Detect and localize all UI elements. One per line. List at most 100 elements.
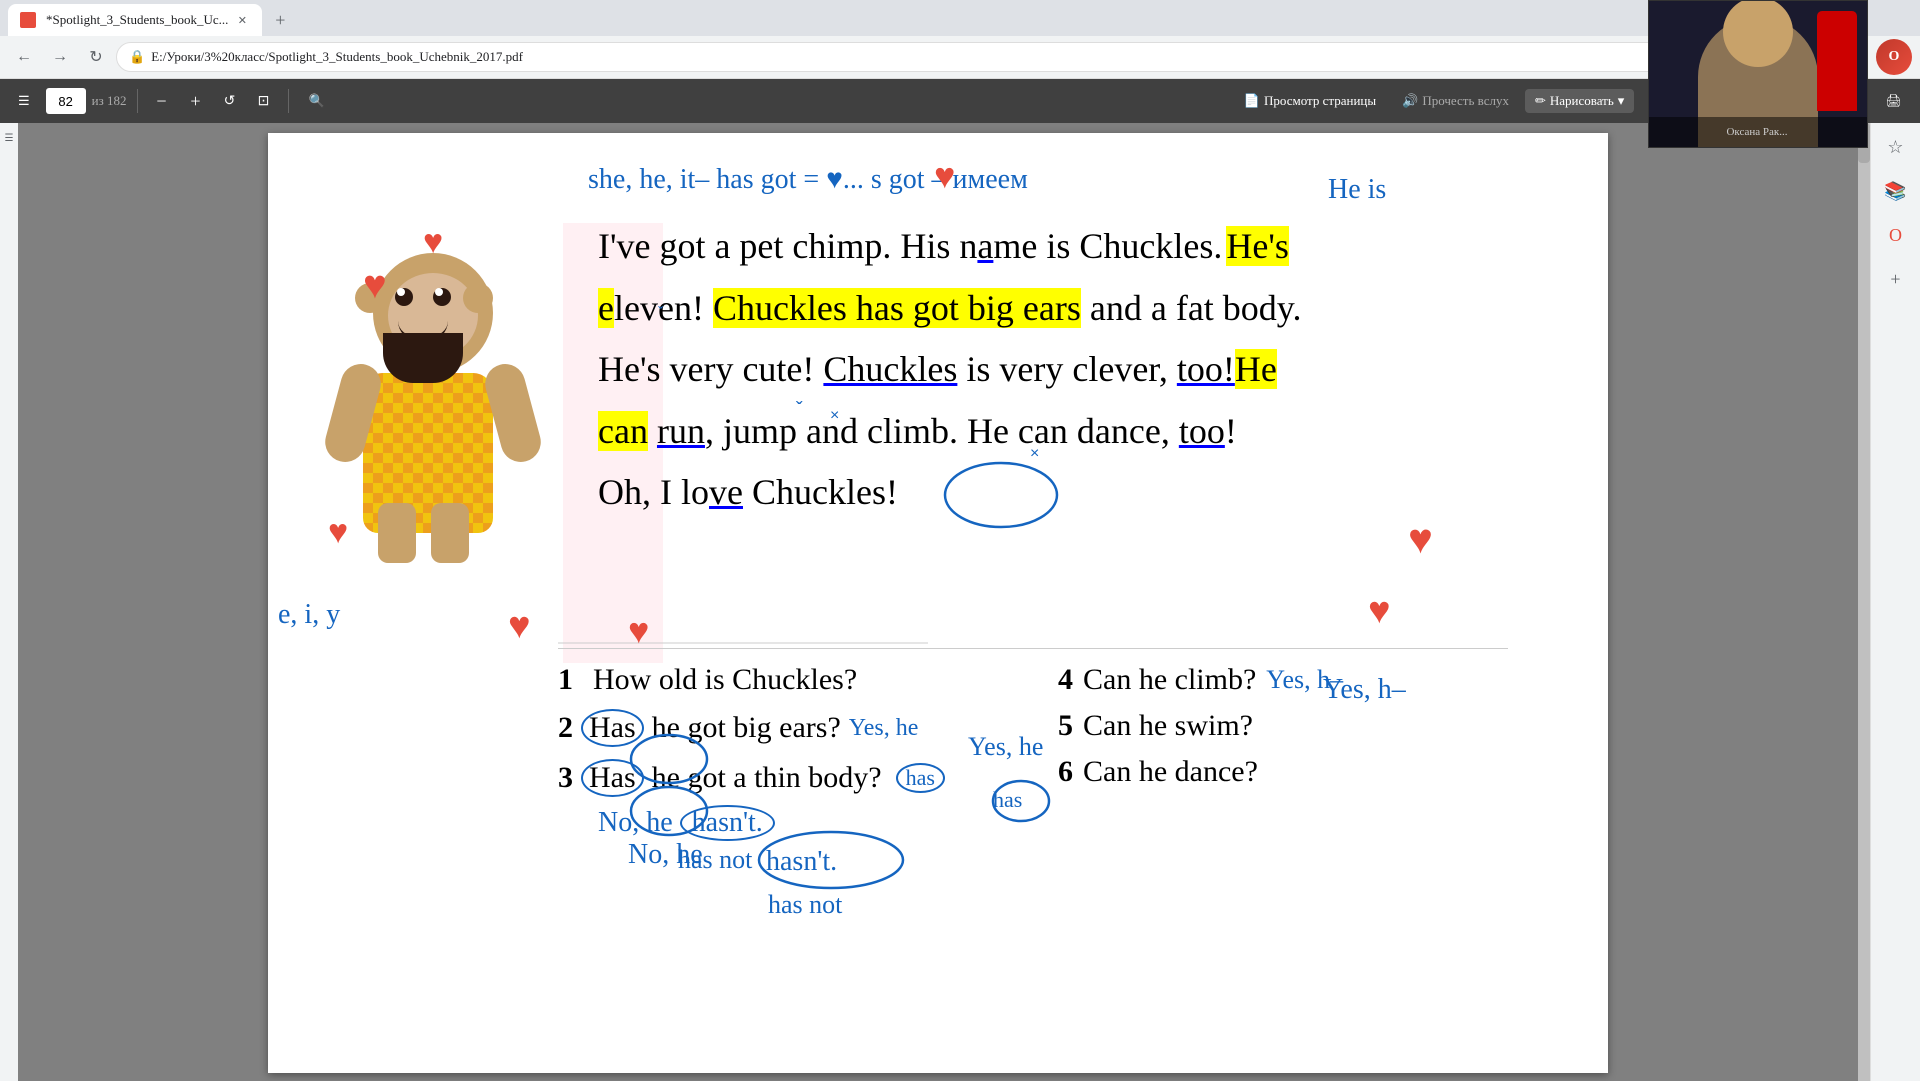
pdf-search-button[interactable]: 🔍 (299, 89, 335, 113)
text-can-highlight: can (598, 411, 648, 451)
left-sidebar: ☰ (0, 123, 18, 1081)
address-bar[interactable]: 🔒 E:/Уроки/3%20класс/Spotlight_3_Student… (116, 42, 1800, 72)
svg-text:Yes, he: Yes, he (968, 732, 1043, 761)
tab-bar: *Spotlight_3_Students_book_Uc... ✕ + (0, 0, 1920, 36)
q5-num: 5 (1058, 709, 1073, 743)
question-row-1: 1 How old is Chuckles? (558, 663, 945, 697)
sidebar-office-icon[interactable]: O (1880, 219, 1912, 251)
menu-icon: ☰ (18, 93, 30, 109)
toolbar-separator-2 (288, 89, 289, 113)
text-too2-underline: too (1179, 411, 1225, 451)
webcam-overlay: Оксана Рак... (1648, 0, 1868, 148)
pdf-toolbar: ☰ из 182 − + ↺ ⊡ 🔍 📄 Просмотр страницы 🔊… (0, 79, 1920, 123)
text-run-underline: run (657, 411, 705, 451)
pdf-fit[interactable]: ⊡ (250, 87, 278, 115)
svg-text:♥: ♥ (1368, 590, 1391, 632)
text-name-underline: a (977, 226, 993, 266)
pdf-content: she, he, it– has got = ♥... s got – имее… (18, 123, 1858, 1081)
svg-text:e, i, y: e, i, y (278, 599, 340, 630)
read-aloud-icon: 🔊 (1402, 93, 1418, 109)
q1-text: How old is Chuckles? (593, 663, 857, 697)
profile-avatar[interactable]: О (1876, 39, 1912, 75)
tab-favicon (20, 12, 36, 28)
pdf-page-total: из 182 (92, 93, 127, 109)
right-questions: 4 Can he climb? Yes, h– 5 Can he swim? 6… (1058, 663, 1343, 801)
divider-line (558, 648, 1508, 649)
text-is-very: is very clever, (957, 349, 1176, 389)
q3-text: he got a thin body? (652, 761, 882, 795)
pdf-page-input[interactable] (46, 88, 86, 114)
text-ve-underline: ve (709, 472, 743, 512)
text-te: te! (776, 349, 823, 389)
forward-button[interactable]: → (44, 41, 76, 73)
q3-answer: No, he hasn't. (598, 805, 945, 841)
pdf-zoom-in[interactable]: + (182, 87, 210, 115)
pdf-zoom-out[interactable]: − (148, 87, 176, 115)
toolbar-separator-1 (137, 89, 138, 113)
q4-text: Can he climb? (1083, 663, 1256, 697)
text-hes-very: He's very cu (598, 349, 776, 389)
question-row-6: 6 Can he dance? (1058, 755, 1343, 789)
read-aloud-button[interactable]: 🔊 Прочесть вслух (1392, 89, 1519, 113)
tab-close-button[interactable]: ✕ (234, 12, 250, 28)
q6-num: 6 (1058, 755, 1073, 789)
q4-num: 4 (1058, 663, 1073, 697)
sidebar-collections-icon[interactable]: 📚 (1880, 175, 1912, 207)
draw-button[interactable]: ✏ Нарисовать ▾ (1525, 89, 1634, 113)
pdf-sidebar-toggle[interactable]: ☰ (8, 89, 40, 113)
address-text: E:/Уроки/3%20класс/Spotlight_3_Students_… (151, 49, 523, 65)
q1-num: 1 (558, 663, 573, 697)
view-page-icon: 📄 (1244, 93, 1260, 109)
reload-button[interactable]: ↻ (80, 41, 112, 73)
q2-num: 2 (558, 711, 573, 745)
question-row-5: 5 Can he swim? (1058, 709, 1343, 743)
text-line2-rest: and a fat body. (1081, 288, 1302, 328)
pen-icon: ✏ (1535, 93, 1546, 109)
text-chuckles-line2-highlight: Chuckles has got big ears (713, 288, 1081, 328)
back-button[interactable]: ← (8, 41, 40, 73)
svg-text:♥: ♥ (1408, 517, 1433, 563)
pdf-page: she, he, it– has got = ♥... s got – имее… (268, 133, 1608, 1073)
sidebar-menu-icon[interactable]: ☰ (2, 131, 16, 145)
text-run (648, 411, 657, 451)
q2-text: he got big ears? (652, 711, 841, 745)
text-line-3: He's very cute! Chuckles is very clever,… (598, 341, 1578, 399)
text-me-is: me is Chuckles. (993, 226, 1222, 266)
sidebar-favorites-icon[interactable]: ☆ (1880, 131, 1912, 163)
svg-text:♥: ♥ (934, 156, 955, 196)
q2-has-circled: Has (581, 709, 644, 747)
active-tab[interactable]: *Spotlight_3_Students_book_Uc... ✕ (8, 4, 262, 36)
text-line-1: I've got a pet chimp. His name is Chuckl… (598, 218, 1578, 276)
text-line-2: eleven! Chuckles has got big ears and a … (598, 280, 1578, 338)
new-tab-button[interactable]: + (266, 6, 294, 34)
tab-title: *Spotlight_3_Students_book_Uc... (46, 12, 228, 28)
draw-chevron-icon: ▾ (1618, 93, 1625, 109)
main-text: I've got a pet chimp. His name is Chuckl… (598, 218, 1578, 522)
webcam-label: Оксана Рак... (1726, 126, 1787, 138)
q5-text: Can he swim? (1083, 709, 1253, 743)
print-button[interactable]: 🖨 (1875, 89, 1912, 113)
svg-text:♥: ♥ (508, 605, 531, 647)
view-page-button[interactable]: 📄 Просмотр страницы (1234, 89, 1386, 113)
q2-annotation: Yes, he (849, 715, 919, 742)
q3-hasnot: has not (678, 845, 945, 875)
text-line-4: can run, jump and climb. He can dance, t… (598, 403, 1578, 461)
pdf-rotate[interactable]: ↺ (216, 87, 244, 115)
text-leven: leven! (614, 288, 713, 328)
address-lock-icon: 🔒 (129, 49, 145, 65)
questions-section: 1 How old is Chuckles? 2 Has he got big … (558, 663, 945, 875)
svg-text:He is: He is (1328, 174, 1386, 205)
text-jump-and: , jump and cli (705, 411, 903, 451)
svg-text:she, he, it– has got = ♥... s: she, he, it– has got = ♥... s got – имее… (588, 164, 1028, 195)
right-sidebar: ☆ 📚 O + (1870, 123, 1920, 1081)
character-illustration (323, 233, 543, 563)
q3-num: 3 (558, 761, 573, 795)
scrollbar[interactable] (1858, 123, 1870, 1081)
browser-toolbar: ← → ↻ 🔒 E:/Уроки/3%20класс/Spotlight_3_S… (0, 36, 1920, 78)
text-too-underline: too! (1177, 349, 1235, 389)
q6-text: Can he dance? (1083, 755, 1258, 789)
question-row-4: 4 Can he climb? Yes, h– (1058, 663, 1343, 697)
q4-annotation: Yes, h– (1266, 665, 1343, 695)
q3-hasnt-circled: hasn't. (680, 805, 775, 841)
sidebar-plus-icon[interactable]: + (1880, 263, 1912, 295)
